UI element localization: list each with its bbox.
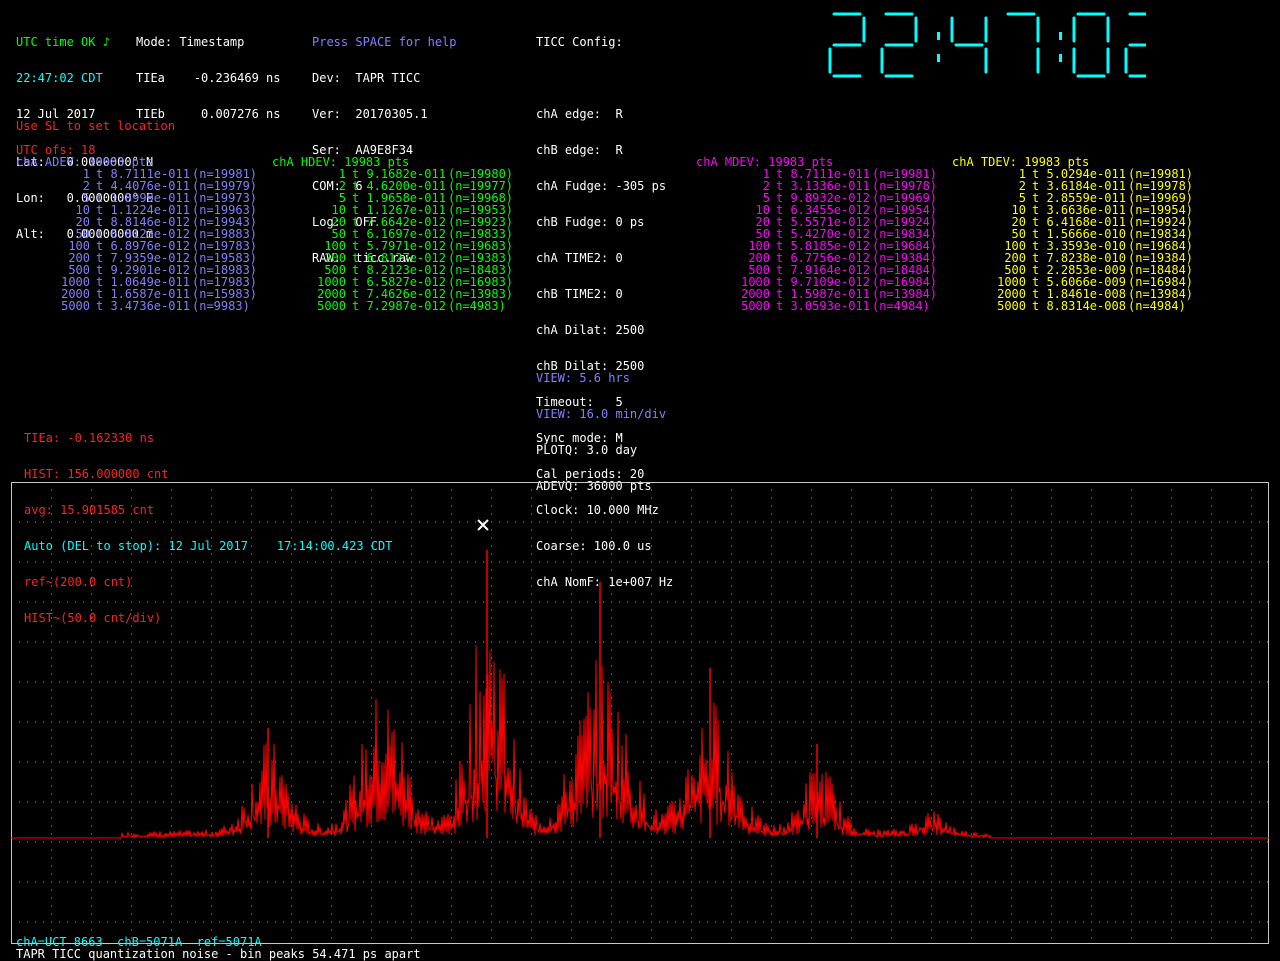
location-hint[interactable]: Use SL to set location xyxy=(16,120,175,132)
histogram-plot[interactable] xyxy=(11,482,1269,944)
hist-value: HIST: 156.000000 cnt xyxy=(24,467,169,481)
config-line: chB TIME2: 0 xyxy=(536,287,623,301)
value-cell: t 3.4736e-011 xyxy=(96,299,190,313)
big-clock xyxy=(828,12,1146,78)
config-line: chA TIME2: 0 xyxy=(536,251,623,265)
config-line: chA Dilat: 2500 xyxy=(536,323,645,337)
plot-queue: PLOTQ: 3.0 day xyxy=(536,443,638,457)
device-line: Dev: TAPR TICC xyxy=(312,71,421,85)
plot-border xyxy=(11,482,1269,944)
deviation-table: chA ADEV: 19983 pts 1 t 8.7111e-011 (n=1998… xyxy=(16,156,266,312)
config-line: chA edge: R xyxy=(536,107,623,121)
tau-cell: 5000 xyxy=(741,299,770,313)
value-cell: t 7.2987e-012 xyxy=(352,299,446,313)
current-time: 22:47:02 CDT xyxy=(16,71,103,85)
tau-cell: 5000 xyxy=(317,299,346,313)
mode-line: Mode: Timestamp xyxy=(136,35,245,49)
table-row: 5000 t 7.2987e-012 (n=4983) xyxy=(272,300,522,312)
table-row: 5000 t 3.0593e-011 (n=4984) xyxy=(696,300,946,312)
value-cell: t 3.0593e-011 xyxy=(776,299,870,313)
value-cell: t 8.8314e-008 xyxy=(1032,299,1126,313)
view-hours[interactable]: VIEW: 5.6 hrs xyxy=(536,372,666,384)
table-row: 5000 t 8.8314e-008 (n=4984) xyxy=(952,300,1202,312)
count-cell: (n=4984) xyxy=(872,299,930,313)
plot-title: TAPR TICC quantization noise - bin peaks… xyxy=(16,947,421,961)
table-row: 5000 t 3.4736e-011 (n=9983) xyxy=(16,300,266,312)
count-cell: (n=9983) xyxy=(192,299,250,313)
clock-colon xyxy=(1059,32,1062,40)
note-icon: ♪ xyxy=(102,35,110,49)
view-block: VIEW: 5.6 hrs VIEW: 16.0 min/div PLOTQ: … xyxy=(536,348,666,504)
count-cell: (n=4984) xyxy=(1128,299,1186,313)
utc-status: UTC time OK xyxy=(16,35,96,49)
count-cell: (n=4983) xyxy=(448,299,506,313)
help-hint[interactable]: Press SPACE for help xyxy=(312,36,457,48)
view-per-div[interactable]: VIEW: 16.0 min/div xyxy=(536,408,666,420)
clock-colon xyxy=(1059,54,1062,62)
histogram-trace xyxy=(11,645,1269,840)
plot-grid xyxy=(11,482,1268,939)
tau-cell: 5000 xyxy=(997,299,1026,313)
config-line: chA Fudge: -305 ps xyxy=(536,179,667,193)
config-title: TICC Config: xyxy=(536,35,623,49)
deviation-table: chA MDEV: 19983 pts 1 t 8.7111e-011 (n=1998… xyxy=(696,156,946,312)
tiea-value: TIEa: -0.162330 ns xyxy=(24,431,155,445)
config-line: chB edge: R xyxy=(536,143,623,157)
tau-cell: 5000 xyxy=(61,299,90,313)
deviation-table: chA HDEV: 19983 pts 1 t 9.1682e-011 (n=1998… xyxy=(272,156,522,312)
clock-colon xyxy=(937,32,940,40)
deviation-table: chA TDEV: 19983 pts 1 t 5.0294e-011 (n=1998… xyxy=(952,156,1202,312)
config-line: chB Fudge: 0 ps xyxy=(536,215,645,229)
device-line: Ver: 20170305.1 xyxy=(312,107,428,121)
tiea-line: TIEa -0.236469 ns xyxy=(136,71,281,85)
clock-colon xyxy=(937,54,940,62)
